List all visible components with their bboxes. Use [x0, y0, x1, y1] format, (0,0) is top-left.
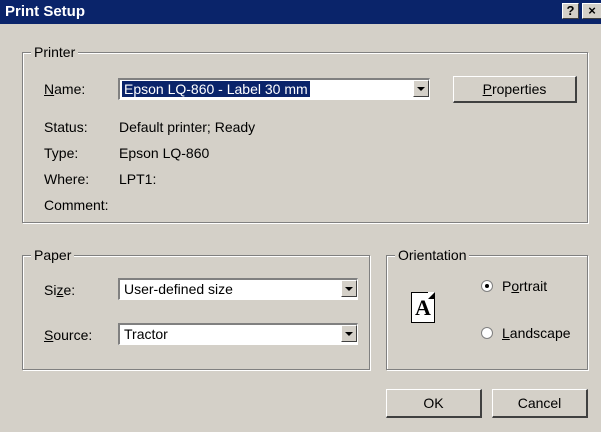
- close-icon: ×: [588, 3, 596, 18]
- cancel-button[interactable]: Cancel: [492, 389, 588, 418]
- title-bar: Print Setup ? ×: [0, 0, 601, 24]
- help-button[interactable]: ?: [562, 3, 579, 19]
- status-value: Default printer; Ready: [119, 119, 256, 135]
- chevron-down-icon[interactable]: [341, 280, 357, 297]
- where-label: Where:: [44, 171, 90, 187]
- chevron-down-icon[interactable]: [413, 80, 429, 97]
- cancel-button-label: Cancel: [517, 395, 562, 411]
- paper-group: Paper: [22, 247, 370, 370]
- type-label: Type:: [44, 145, 79, 161]
- printer-name-value: Epson LQ-860 - Label 30 mm: [121, 80, 311, 98]
- orientation-group-label: Orientation: [395, 247, 470, 263]
- paper-size-value: User-defined size: [124, 281, 233, 297]
- portrait-radio[interactable]: [481, 280, 493, 292]
- portrait-label[interactable]: Portrait: [502, 278, 547, 294]
- paper-source-value: Tractor: [124, 326, 168, 342]
- landscape-radio[interactable]: [481, 327, 493, 339]
- paper-size-select[interactable]: User-defined size: [118, 278, 358, 300]
- chevron-down-icon[interactable]: [341, 325, 357, 342]
- size-label: Size:: [44, 282, 76, 298]
- paper-group-label: Paper: [31, 247, 75, 263]
- source-label: Source:: [44, 327, 93, 343]
- close-button[interactable]: ×: [582, 3, 601, 19]
- printer-group-label: Printer: [31, 44, 79, 60]
- help-icon: ?: [566, 3, 575, 18]
- type-value: Epson LQ-860: [119, 145, 210, 161]
- name-label: Name:: [44, 81, 86, 97]
- properties-button-label: Properties: [482, 81, 547, 97]
- comment-label: Comment:: [44, 197, 109, 213]
- landscape-label[interactable]: Landscape: [502, 325, 571, 341]
- status-label: Status:: [44, 119, 88, 135]
- ok-button[interactable]: OK: [386, 389, 482, 418]
- properties-button[interactable]: Properties: [453, 76, 577, 103]
- window-title: Print Setup: [5, 3, 86, 20]
- where-value: LPT1:: [119, 171, 157, 187]
- page-letter: A: [415, 295, 431, 320]
- ok-button-label: OK: [423, 395, 444, 411]
- printer-name-select[interactable]: Epson LQ-860 - Label 30 mm: [118, 78, 430, 100]
- portrait-page-icon: A: [411, 292, 435, 323]
- paper-source-select[interactable]: Tractor: [118, 323, 358, 345]
